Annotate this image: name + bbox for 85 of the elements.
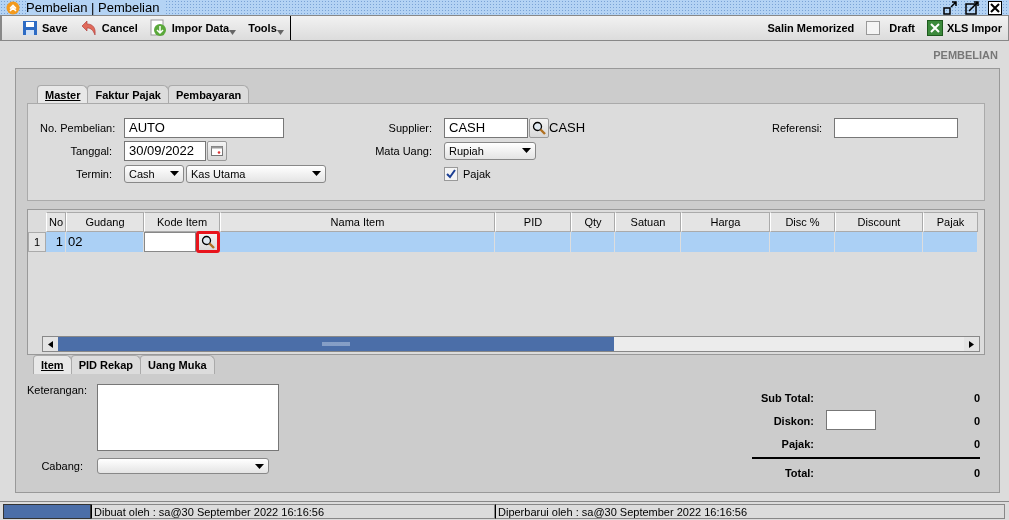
notes-field[interactable]	[97, 384, 279, 451]
table-cell: 02	[66, 232, 144, 252]
search-button[interactable]	[529, 117, 549, 138]
close-icon[interactable]	[987, 0, 1003, 15]
caret-icon	[255, 463, 264, 469]
tools-menu[interactable]: Tools	[242, 17, 290, 39]
date-field[interactable]: 30/09/2022	[124, 140, 206, 161]
total-label: Pajak:	[780, 437, 814, 450]
tab[interactable]: PID Rekap	[70, 355, 142, 374]
calendar-icon	[211, 145, 223, 156]
column-header[interactable]: Kode Item	[144, 212, 220, 232]
total-value: 0	[972, 466, 980, 479]
total-value: 0	[972, 437, 980, 450]
tab[interactable]: Faktur Pajak	[87, 85, 169, 103]
tab[interactable]: Pembayaran	[167, 85, 250, 103]
table-cell	[770, 232, 835, 252]
left-arrow-icon[interactable]	[48, 340, 53, 348]
field-label: Cabang:	[40, 460, 84, 472]
cancel-button[interactable]: Cancel	[73, 17, 144, 39]
save-button[interactable]: Save	[16, 17, 74, 39]
caret-icon	[170, 171, 179, 176]
field-label: Termin:	[74, 167, 113, 180]
total-value: 0	[972, 414, 980, 427]
xls-import-button[interactable]: XLS Impor	[921, 17, 1008, 39]
caret-icon	[522, 148, 531, 153]
tab[interactable]: Uang Muka	[140, 355, 215, 374]
supplier-field[interactable]: CASH	[444, 117, 528, 138]
caret-icon	[229, 29, 237, 35]
column-header[interactable]: Gudang	[66, 212, 144, 232]
column-header[interactable]: No	[46, 212, 66, 232]
caret-icon	[276, 29, 284, 35]
tax-checkbox[interactable]: Pajak	[444, 166, 491, 181]
number-field[interactable]: AUTO	[124, 117, 284, 138]
draft-checkbox[interactable]: Draft	[860, 17, 921, 39]
updated-info: Diperbarui oleh : sa@30 September 2022 16:16:56	[495, 504, 1005, 519]
restore-icon[interactable]	[943, 0, 959, 15]
column-header[interactable]: Discount	[835, 212, 923, 232]
field-label: Tanggal:	[69, 144, 113, 157]
discount-field[interactable]	[826, 409, 876, 430]
term-dropdown[interactable]: Cash	[124, 164, 184, 183]
table-cell	[615, 232, 681, 252]
table-cell	[571, 232, 615, 252]
copy-memorized-button[interactable]: Salin Memorized	[761, 17, 861, 39]
import-icon	[149, 19, 168, 37]
column-header[interactable]: Pajak	[923, 212, 978, 232]
account-dropdown[interactable]: Kas Utama	[186, 164, 326, 183]
tab[interactable]: Master	[37, 85, 89, 103]
field-label: Supplier:	[387, 121, 433, 134]
currency-dropdown[interactable]: Rupiah	[444, 141, 536, 160]
field-label: Referensi:	[772, 121, 824, 134]
total-label: Diskon:	[772, 414, 814, 427]
calendar-button[interactable]	[207, 140, 227, 161]
created-info: Dibuat oleh : sa@30 September 2022 16:16:56	[91, 504, 495, 519]
total-value: 0	[972, 391, 980, 404]
column-header[interactable]: Nama Item	[220, 212, 495, 232]
table-cell: 1	[46, 232, 66, 252]
column-header[interactable]: Qty	[571, 212, 615, 232]
reference-field[interactable]	[834, 117, 959, 138]
column-header[interactable]: Harga	[681, 212, 770, 232]
field-label: No. Pembelian:	[40, 121, 117, 134]
total-label: Sub Total:	[760, 391, 814, 404]
maximize-icon[interactable]	[965, 0, 981, 15]
undo-arrow-icon	[79, 20, 98, 36]
import-button[interactable]: Impor Data	[143, 17, 243, 39]
tab[interactable]: Item	[33, 355, 72, 374]
page-heading: PEMBELIAN	[933, 48, 999, 63]
column-header[interactable]: PID	[495, 212, 571, 232]
item-code-field[interactable]	[144, 232, 196, 252]
checkmark-icon	[446, 168, 456, 179]
spreadsheet-icon	[927, 20, 943, 36]
table-cell	[923, 232, 978, 252]
column-header[interactable]: Satuan	[615, 212, 681, 232]
horizontal-scrollbar[interactable]	[42, 336, 980, 352]
app-logo-icon	[6, 0, 20, 15]
total-label: Total:	[783, 466, 814, 479]
field-label: Mata Uang:	[374, 144, 433, 157]
branch-dropdown[interactable]	[97, 458, 269, 474]
field-label: Keterangan:	[27, 384, 88, 396]
supplier-name: CASH	[549, 120, 586, 135]
search-button[interactable]	[197, 232, 219, 252]
column-header[interactable]: Disc %	[770, 212, 835, 232]
row-header: 1	[28, 232, 46, 252]
window-title: Pembelian | Pembelian	[26, 0, 166, 15]
caret-icon	[312, 171, 321, 176]
right-arrow-icon[interactable]	[969, 340, 974, 348]
